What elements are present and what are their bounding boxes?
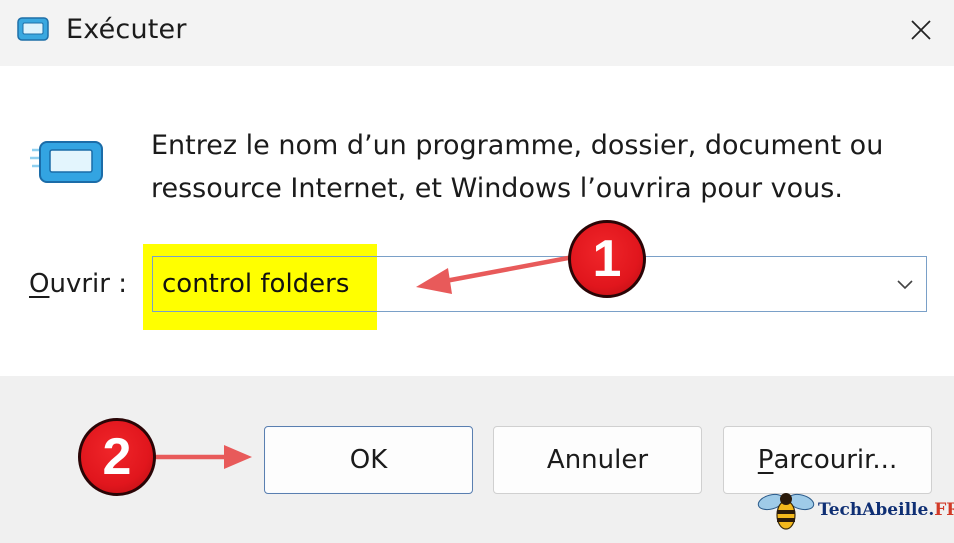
run-app-icon bbox=[30, 141, 103, 183]
watermark-text: TechAbeille.FR bbox=[818, 500, 954, 520]
step-1-badge: 1 bbox=[568, 220, 646, 298]
description-line-2: ressource Internet, et Windows l’ouvrira… bbox=[151, 173, 843, 204]
bee-logo bbox=[757, 493, 815, 530]
close-button[interactable] bbox=[888, 0, 954, 60]
watermark: TechAbeille.FR bbox=[756, 488, 954, 534]
run-app-icon bbox=[17, 17, 49, 41]
chevron-down-icon[interactable] bbox=[896, 275, 914, 293]
title-bar[interactable]: Exécuter bbox=[0, 0, 954, 66]
close-icon bbox=[911, 20, 931, 40]
open-input-value[interactable]: control folders bbox=[162, 269, 349, 299]
watermark-tld: FR bbox=[934, 500, 954, 520]
description-text: Entrez le nom d’un programme, dossier, d… bbox=[151, 124, 931, 210]
watermark-brand: TechAbeille bbox=[818, 500, 929, 520]
open-combobox[interactable]: control folders bbox=[152, 256, 927, 312]
browse-accelerator: P bbox=[757, 445, 774, 475]
browse-button[interactable]: Parcourir... bbox=[723, 426, 932, 494]
dialog-body: Entrez le nom d’un programme, dossier, d… bbox=[0, 66, 954, 376]
browse-label: arcourir... bbox=[773, 445, 898, 475]
step-2-badge: 2 bbox=[78, 418, 156, 496]
window-title: Exécuter bbox=[66, 14, 187, 45]
cancel-button[interactable]: Annuler bbox=[493, 426, 702, 494]
open-label: Ouvrir : bbox=[29, 269, 127, 299]
ok-button[interactable]: OK bbox=[264, 426, 473, 494]
open-label-text: uvrir : bbox=[49, 269, 127, 299]
description-line-1: Entrez le nom d’un programme, dossier, d… bbox=[151, 130, 884, 161]
open-label-accelerator: O bbox=[29, 269, 50, 299]
